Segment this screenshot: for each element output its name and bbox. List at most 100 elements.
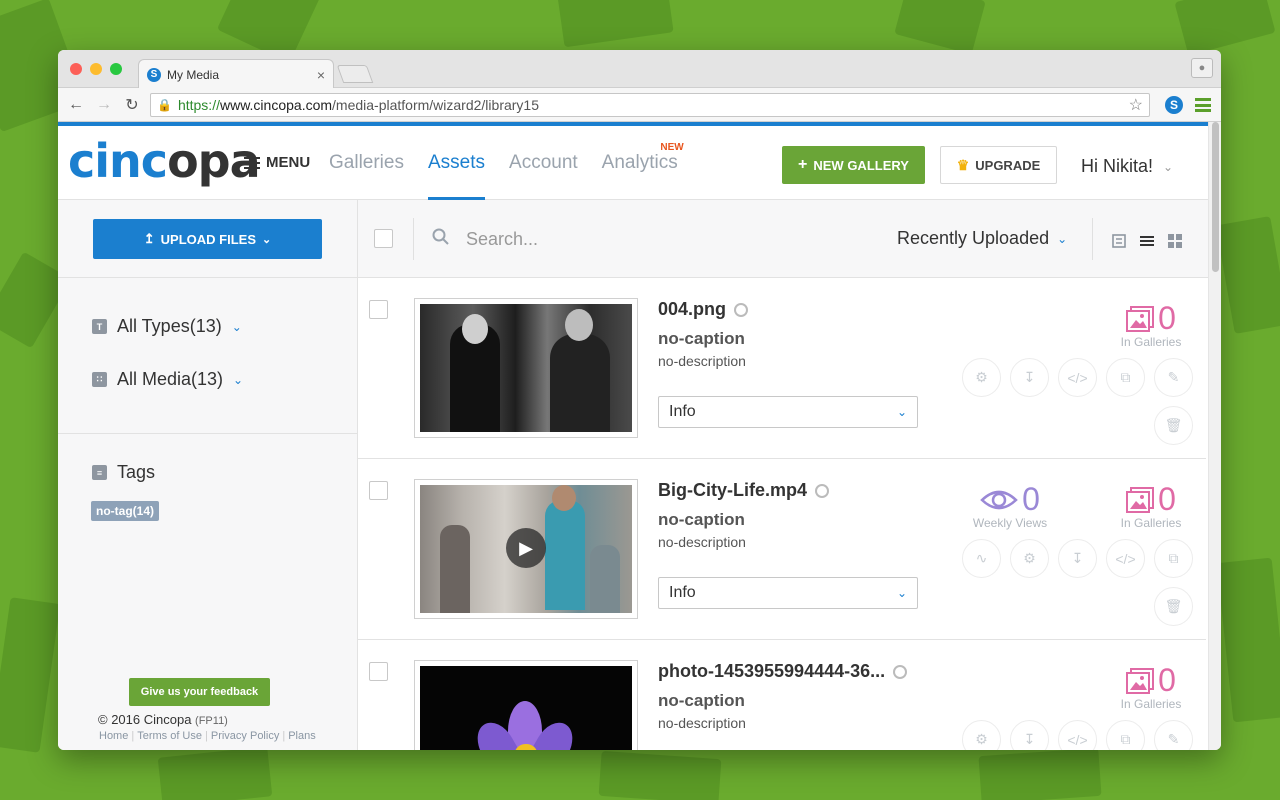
copyright-text: © 2016 Cincopa xyxy=(98,712,192,727)
footer-link-plans[interactable]: Plans xyxy=(288,730,316,742)
list-view-icon[interactable] xyxy=(1140,234,1154,248)
scrollbar[interactable] xyxy=(1208,122,1221,750)
eye-icon xyxy=(980,490,1018,509)
photo-thumbnail-lotus xyxy=(420,666,632,750)
main-nav: Galleries Assets Account Analytics NEW xyxy=(329,142,684,200)
footer-link-privacy[interactable]: Privacy Policy xyxy=(211,730,279,742)
asset-title-text: 004.png xyxy=(658,299,727,319)
url-input[interactable]: 🔒 https:// www.cincopa.com /media-platfo… xyxy=(150,93,1150,117)
background-document-icon xyxy=(598,750,722,800)
download-icon[interactable]: ↧ xyxy=(1010,358,1049,397)
views-label: Weekly Views xyxy=(972,516,1048,530)
browser-window: S My Media × ● ← → ↻ 🔒 https:// www.cinc… xyxy=(58,50,1221,750)
chevron-down-icon: ⌄ xyxy=(231,319,242,334)
galleries-count: 0 xyxy=(1158,300,1176,336)
asset-title[interactable]: 004.png xyxy=(658,299,749,320)
url-host: www.cincopa.com xyxy=(219,97,333,113)
new-tab-button[interactable] xyxy=(336,65,374,83)
gallery-image-icon xyxy=(1126,305,1155,332)
maximize-window-button[interactable] xyxy=(110,63,122,75)
share-icon[interactable]: ⧉ xyxy=(1106,720,1145,750)
info-dropdown[interactable]: Info ⌄ xyxy=(658,577,918,609)
info-dropdown[interactable]: Info ⌄ xyxy=(658,396,918,428)
tags-title: Tags xyxy=(117,462,156,482)
asset-thumbnail[interactable] xyxy=(414,298,638,438)
embed-code-icon[interactable]: </> xyxy=(1058,720,1097,750)
edit-pencil-icon[interactable]: ✎ xyxy=(1154,720,1193,750)
asset-description[interactable]: no-description xyxy=(658,715,746,731)
nav-analytics-label: Analytics xyxy=(601,152,678,173)
search-input[interactable] xyxy=(466,224,746,254)
trash-icon[interactable]: 🗑 xyxy=(1154,406,1193,445)
reload-icon[interactable]: ↻ xyxy=(118,95,146,115)
cincopa-extension-icon[interactable]: S xyxy=(1165,96,1183,114)
edit-pencil-icon[interactable]: ✎ xyxy=(1154,358,1193,397)
asset-caption[interactable]: no-caption xyxy=(658,510,745,530)
gallery-image-icon xyxy=(1126,667,1155,694)
footer-link-terms[interactable]: Terms of Use xyxy=(137,730,202,742)
clock-icon xyxy=(893,664,908,679)
background-document-icon xyxy=(157,746,273,800)
settings-gear-icon[interactable]: ⚙ xyxy=(1010,539,1049,578)
embed-code-icon[interactable]: </> xyxy=(1058,358,1097,397)
footer-link-home[interactable]: Home xyxy=(99,730,128,742)
download-icon[interactable]: ↧ xyxy=(1058,539,1097,578)
asset-actions-row2: 🗑 xyxy=(1154,406,1193,445)
profile-icon[interactable]: ● xyxy=(1191,58,1213,78)
settings-gear-icon[interactable]: ⚙ xyxy=(962,720,1001,750)
asset-thumbnail[interactable] xyxy=(414,660,638,750)
filter-all-media-label: All Media(13) xyxy=(117,369,224,389)
nav-galleries[interactable]: Galleries xyxy=(329,152,404,200)
asset-description[interactable]: no-description xyxy=(658,353,746,369)
bookmark-star-icon[interactable]: ☆ xyxy=(1129,95,1143,115)
new-badge: NEW xyxy=(660,142,684,153)
menu-button[interactable]: MENU xyxy=(244,154,310,171)
asset-checkbox[interactable] xyxy=(369,662,388,681)
settings-gear-icon[interactable]: ⚙ xyxy=(962,358,1001,397)
asset-title[interactable]: Big-City-Life.mp4 xyxy=(658,480,830,501)
upload-files-button[interactable]: ↥ UPLOAD FILES ⌄ xyxy=(93,219,322,259)
tag-chip-no-tag[interactable]: no-tag(14) xyxy=(91,501,159,521)
play-icon[interactable]: ▶ xyxy=(506,528,546,568)
sort-dropdown[interactable]: Recently Uploaded ⌄ xyxy=(897,228,1067,249)
download-icon[interactable]: ↧ xyxy=(1010,720,1049,750)
user-menu[interactable]: Hi Nikita! ⌄ xyxy=(1081,156,1173,177)
browser-menu-icon[interactable] xyxy=(1195,98,1211,112)
nav-assets[interactable]: Assets xyxy=(427,152,486,200)
embed-code-icon[interactable]: </> xyxy=(1106,539,1145,578)
share-icon[interactable]: ⧉ xyxy=(1154,539,1193,578)
asset-caption[interactable]: no-caption xyxy=(658,691,745,711)
close-window-button[interactable] xyxy=(70,63,82,75)
select-all-checkbox[interactable] xyxy=(374,229,393,248)
new-gallery-button[interactable]: + NEW GALLERY xyxy=(782,146,925,184)
asset-description[interactable]: no-description xyxy=(658,534,746,550)
filter-all-media[interactable]: ∷ All Media(13) ⌄ xyxy=(92,369,243,390)
photo-thumbnail-bw xyxy=(420,304,632,432)
tab-close-icon[interactable]: × xyxy=(317,67,325,83)
upgrade-button[interactable]: ♛ UPGRADE xyxy=(940,146,1057,184)
asset-caption[interactable]: no-caption xyxy=(658,329,745,349)
feedback-button[interactable]: Give us your feedback xyxy=(129,678,270,706)
filter-all-types[interactable]: T All Types(13) ⌄ xyxy=(92,316,242,337)
browser-tab[interactable]: S My Media × xyxy=(138,59,334,89)
nav-analytics[interactable]: Analytics NEW xyxy=(601,142,684,200)
gallery-image-icon xyxy=(1126,486,1155,513)
minimize-window-button[interactable] xyxy=(90,63,102,75)
detail-view-icon[interactable] xyxy=(1112,234,1126,248)
asset-title[interactable]: photo-1453955994444-36... xyxy=(658,661,908,682)
asset-checkbox[interactable] xyxy=(369,300,388,319)
nav-account[interactable]: Account xyxy=(509,152,578,200)
back-arrow-icon[interactable]: ← xyxy=(62,96,90,114)
forward-arrow-icon[interactable]: → xyxy=(90,96,118,114)
asset-checkbox[interactable] xyxy=(369,481,388,500)
trash-icon[interactable]: 🗑 xyxy=(1154,587,1193,626)
share-icon[interactable]: ⧉ xyxy=(1106,358,1145,397)
cincopa-logo[interactable]: cincopa xyxy=(68,134,261,188)
background-document-icon xyxy=(556,0,674,48)
analytics-graph-icon[interactable]: ∿ xyxy=(962,539,1001,578)
asset-thumbnail[interactable]: ▶ xyxy=(414,479,638,619)
filters: T All Types(13) ⌄ ∷ All Media(13) ⌄ xyxy=(58,278,357,434)
scrollbar-thumb[interactable] xyxy=(1212,122,1219,272)
asset-actions-row2: 🗑 xyxy=(1154,587,1193,626)
grid-view-icon[interactable] xyxy=(1168,234,1182,248)
